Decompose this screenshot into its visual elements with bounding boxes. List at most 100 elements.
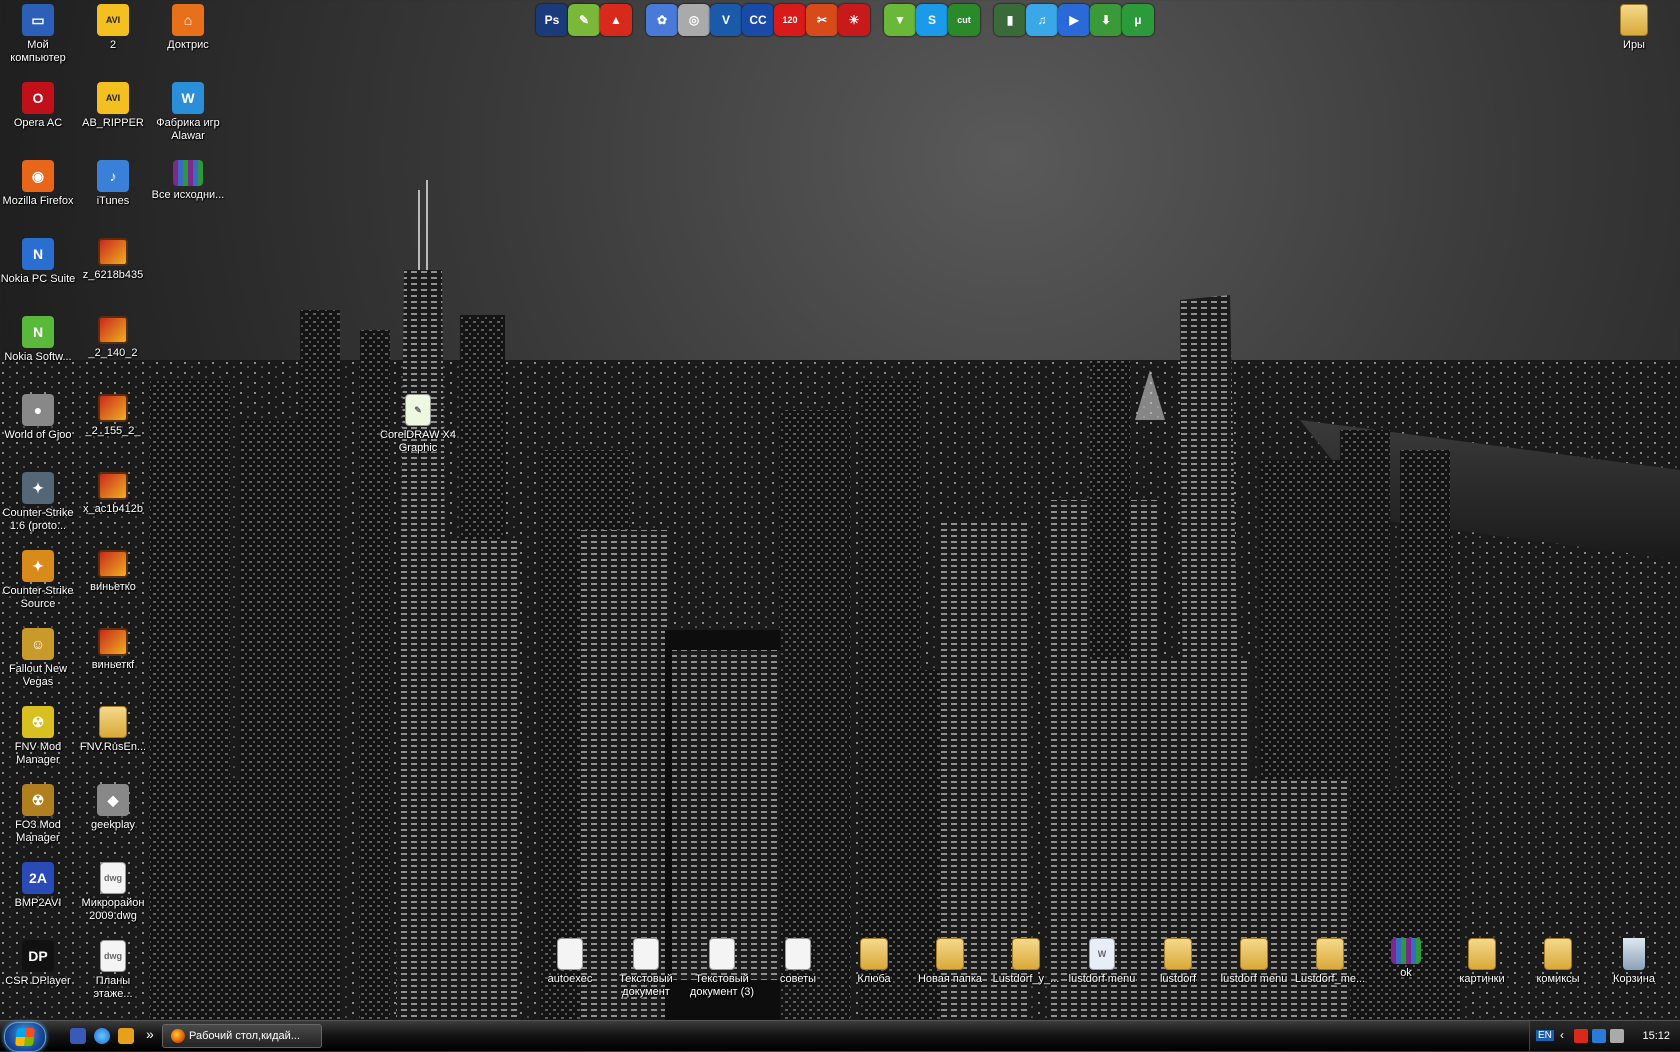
task-button-firefox[interactable]: Рабочий стол,кидай... [162, 1024, 322, 1048]
avi-file-icon: AVI [97, 82, 129, 114]
winamp-icon[interactable]: ▼ [884, 4, 916, 36]
desktop-icon-item[interactable]: ▭ Мой компьютер [0, 2, 76, 65]
desktop-icon-item[interactable]: dwg Микрорайон 2009.dwg [75, 860, 151, 923]
desktop-icon-item[interactable]: ☺ Fallout New Vegas [0, 626, 76, 689]
skype-icon[interactable]: S [916, 4, 948, 36]
desktop-icon-item[interactable]: Lustdorf_me... [1292, 936, 1368, 986]
desktop-icon-item[interactable]: ◉ Mozilla Firefox [0, 158, 76, 208]
alcohol-120-icon[interactable]: 120 [774, 4, 806, 36]
desktop-icon-label: Fallout New Vegas [8, 663, 68, 688]
folder-icon [936, 938, 964, 970]
desktop-icon-item[interactable]: x_ac1b412b [75, 470, 151, 516]
desktop-icon-item[interactable]: Текстовый документ (3) [684, 936, 760, 999]
desktop-icon-label: 2 [109, 39, 117, 51]
vso-icon[interactable]: V [710, 4, 742, 36]
csr-dplayer-icon: DP [22, 940, 54, 972]
desktop-icon-item[interactable]: Клюба [836, 936, 912, 986]
folder-icon [1012, 938, 1040, 970]
desktop-icon-label: Доктрис [167, 39, 209, 51]
desktop-icon-item[interactable]: виньеткf [75, 626, 151, 672]
coreldraw-icon[interactable]: ✎ [568, 4, 600, 36]
burn-icon[interactable]: ☀ [838, 4, 870, 36]
desktop-icon-item[interactable]: FNV.RusEn... [75, 704, 151, 754]
mp3-directcut-icon[interactable]: cut [948, 4, 980, 36]
kmplayer-icon[interactable]: ▶ [1058, 4, 1090, 36]
show-desktop-icon[interactable] [70, 1028, 86, 1044]
desktop-icon-item[interactable]: W Фабрика игр Alawar [150, 80, 226, 143]
desktop-icon-item[interactable]: Новая папка [912, 936, 988, 986]
desktop-icon-label: World of Gjoo [4, 429, 72, 441]
desktop-icon-item[interactable]: autoexec [532, 936, 608, 986]
tray-clock[interactable]: 15:12 [1642, 1030, 1670, 1042]
paint-icon[interactable]: ✿ [646, 4, 678, 36]
disc-icon[interactable]: ◎ [678, 4, 710, 36]
utorrent-icon[interactable]: µ [1122, 4, 1154, 36]
image-file-icon [98, 394, 128, 422]
tray-volume-icon[interactable] [1610, 1029, 1624, 1043]
desktop-icon-item[interactable]: lustdorf menu [1216, 936, 1292, 986]
image-file-icon [98, 316, 128, 344]
desktop-icon-item[interactable]: ◆ geekplay [75, 782, 151, 832]
desktop-icon-item[interactable]: картинки [1444, 936, 1520, 986]
desktop-icon-item[interactable]: dwg Планы этаже... [75, 938, 151, 1001]
desktop-icon-item[interactable]: Lustdorf_у_... [988, 936, 1064, 986]
desktop-icon-item[interactable]: ✦ Counter-Strike 1.6 (proto... [0, 470, 76, 533]
internet-explorer-icon[interactable] [94, 1028, 110, 1044]
desktop-icon-item[interactable]: DP CSR DPlayer [0, 938, 76, 988]
desktop-icon-item[interactable]: ☢ FO3 Mod Manager [0, 782, 76, 845]
desktop-icon-item[interactable]: N Nokia PC Suite [0, 236, 76, 286]
desktop-icon-label: Lustdorf_у_... [992, 973, 1060, 985]
firefox-icon: ◉ [22, 160, 54, 192]
nokia-phone-icon[interactable]: ▮ [994, 4, 1026, 36]
image-file-icon [98, 472, 128, 500]
desktop-icon-item[interactable]: _2_140_2 [75, 314, 151, 360]
media-player-icon[interactable] [118, 1028, 134, 1044]
desktop-icon-item[interactable]: O Opera AC [0, 80, 76, 130]
desktop-icon-item[interactable]: _2_155_2_ [75, 392, 151, 438]
desktop-icon-item[interactable]: lustdorf [1140, 936, 1216, 986]
desktop-icon-item[interactable]: ♪ iTunes [75, 158, 151, 208]
desktop-icon-item[interactable]: Wlustdorf menu [1064, 936, 1140, 986]
text-document-icon [785, 938, 811, 970]
folder-iry-item[interactable]: Иры [1596, 2, 1672, 52]
coreldraw-file-icon-item[interactable]: ✎ CorelDRAW X4 Graphic [380, 392, 456, 455]
desktop-icon-item[interactable]: комиксы [1520, 936, 1596, 986]
quick-launch-more-button[interactable]: » [146, 1026, 154, 1042]
acrobat-icon[interactable]: ▲ [600, 4, 632, 36]
tools-icon[interactable]: ✂ [806, 4, 838, 36]
photoshop-icon[interactable]: Ps [536, 4, 568, 36]
desktop-icon-item[interactable]: ok [1368, 936, 1444, 980]
desktop-icon-item[interactable]: Текстовый документ [608, 936, 684, 999]
tray-expand-arrow-icon[interactable]: ‹ [1560, 1028, 1564, 1042]
desktop-icon-item[interactable]: AVI AB_RIPPER [75, 80, 151, 130]
language-indicator[interactable]: EN [1536, 1030, 1554, 1041]
image-file-icon [98, 238, 128, 266]
desktop-icon-item[interactable]: ✦ Counter-Strike Source [0, 548, 76, 611]
itunes-icon: ♪ [97, 160, 129, 192]
desktop-icon-item[interactable]: 2A BMP2AVI [0, 860, 76, 910]
desktop-icon-item[interactable]: ● World of Gjoo [0, 392, 76, 442]
windows-logo-icon [15, 1028, 35, 1046]
tray-acrobat-icon[interactable] [1574, 1029, 1588, 1043]
system-tray: EN ‹ 15:12 [1529, 1021, 1680, 1051]
desktop-icon-item[interactable]: советы [760, 936, 836, 986]
desktop-icon-item[interactable]: Корзина [1596, 936, 1672, 986]
desktop-icon-label: FNV.RusEn... [79, 741, 147, 753]
desktop-icon-item[interactable]: z_6218b435 [75, 236, 151, 282]
music-icon[interactable]: ♫ [1026, 4, 1058, 36]
desktop-icon-item[interactable]: Все исходни... [150, 158, 226, 202]
folder-icon [1316, 938, 1344, 970]
desktop-icon-item[interactable]: N Nokia Softw... [0, 314, 76, 364]
tray-network-icon[interactable] [1592, 1029, 1606, 1043]
download-icon[interactable]: ⬇ [1090, 4, 1122, 36]
dwg-file-icon: dwg [100, 940, 126, 972]
desktop-icon-item[interactable]: ☢ FNV Mod Manager [0, 704, 76, 767]
desktop-icon-label: autoexec [547, 973, 593, 985]
desktop-icon-label: x_ac1b412b [83, 503, 143, 515]
start-button[interactable] [4, 1022, 46, 1052]
desktop-icon-item[interactable]: виньетко [75, 548, 151, 594]
desktop-icon-item[interactable]: ⌂ Доктрис [150, 2, 226, 52]
cc-icon[interactable]: CC [742, 4, 774, 36]
desktop-icon-item[interactable]: AVI 2 [75, 2, 151, 52]
desktop-icon-label: Фабрика игр Alawar [156, 117, 220, 142]
